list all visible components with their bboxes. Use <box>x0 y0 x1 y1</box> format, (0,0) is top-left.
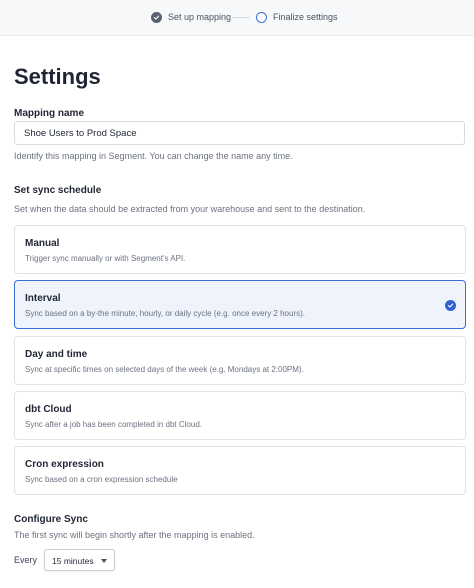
configure-sync-help: The first sync will begin shortly after … <box>14 530 255 540</box>
interval-select-value: 15 minutes <box>52 556 94 566</box>
schedule-option-dbt-cloud[interactable]: dbt Cloud Sync after a job has been comp… <box>14 391 466 440</box>
option-description: Sync at specific times on selected days … <box>25 365 304 374</box>
step-connector <box>232 17 250 18</box>
option-description: Sync based on a by-the minute, hourly, o… <box>25 309 305 318</box>
interval-select[interactable]: 15 minutes <box>44 549 115 571</box>
step-finalize-settings[interactable]: Finalize settings <box>256 10 338 24</box>
mapping-name-label: Mapping name <box>14 108 85 119</box>
schedule-option-manual[interactable]: Manual Trigger sync manually or with Seg… <box>14 225 466 274</box>
check-circle-icon <box>445 300 456 311</box>
caret-down-icon <box>101 559 107 563</box>
option-description: Sync after a job has been completed in d… <box>25 420 202 429</box>
step-label: Set up mapping <box>168 12 232 22</box>
option-description: Trigger sync manually or with Segment's … <box>25 254 186 263</box>
option-title: Manual <box>25 238 60 249</box>
option-title: Cron expression <box>25 459 104 470</box>
step-label: Finalize settings <box>273 12 338 22</box>
option-description: Sync based on a cron expression schedule <box>25 475 178 484</box>
mapping-name-help: Identify this mapping in Segment. You ca… <box>14 151 293 161</box>
configure-sync-label: Configure Sync <box>14 514 88 525</box>
sync-schedule-label: Set sync schedule <box>14 185 102 196</box>
schedule-option-interval[interactable]: Interval Sync based on a by-the minute, … <box>14 280 466 329</box>
option-title: Day and time <box>25 349 88 360</box>
page-title: Settings <box>14 64 101 89</box>
circle-outline-icon <box>256 11 267 23</box>
step-set-up-mapping[interactable]: Set up mapping <box>151 10 231 24</box>
progress-stepper: Set up mapping Finalize settings <box>0 0 474 36</box>
schedule-option-day-and-time[interactable]: Day and time Sync at specific times on s… <box>14 336 466 385</box>
check-circle-icon <box>151 11 162 23</box>
mapping-name-input[interactable] <box>14 121 465 145</box>
sync-schedule-help: Set when the data should be extracted fr… <box>14 204 366 214</box>
option-title: dbt Cloud <box>25 404 72 415</box>
every-label: Every <box>14 555 38 565</box>
option-title: Interval <box>25 293 61 304</box>
schedule-option-cron-expression[interactable]: Cron expression Sync based on a cron exp… <box>14 446 466 495</box>
